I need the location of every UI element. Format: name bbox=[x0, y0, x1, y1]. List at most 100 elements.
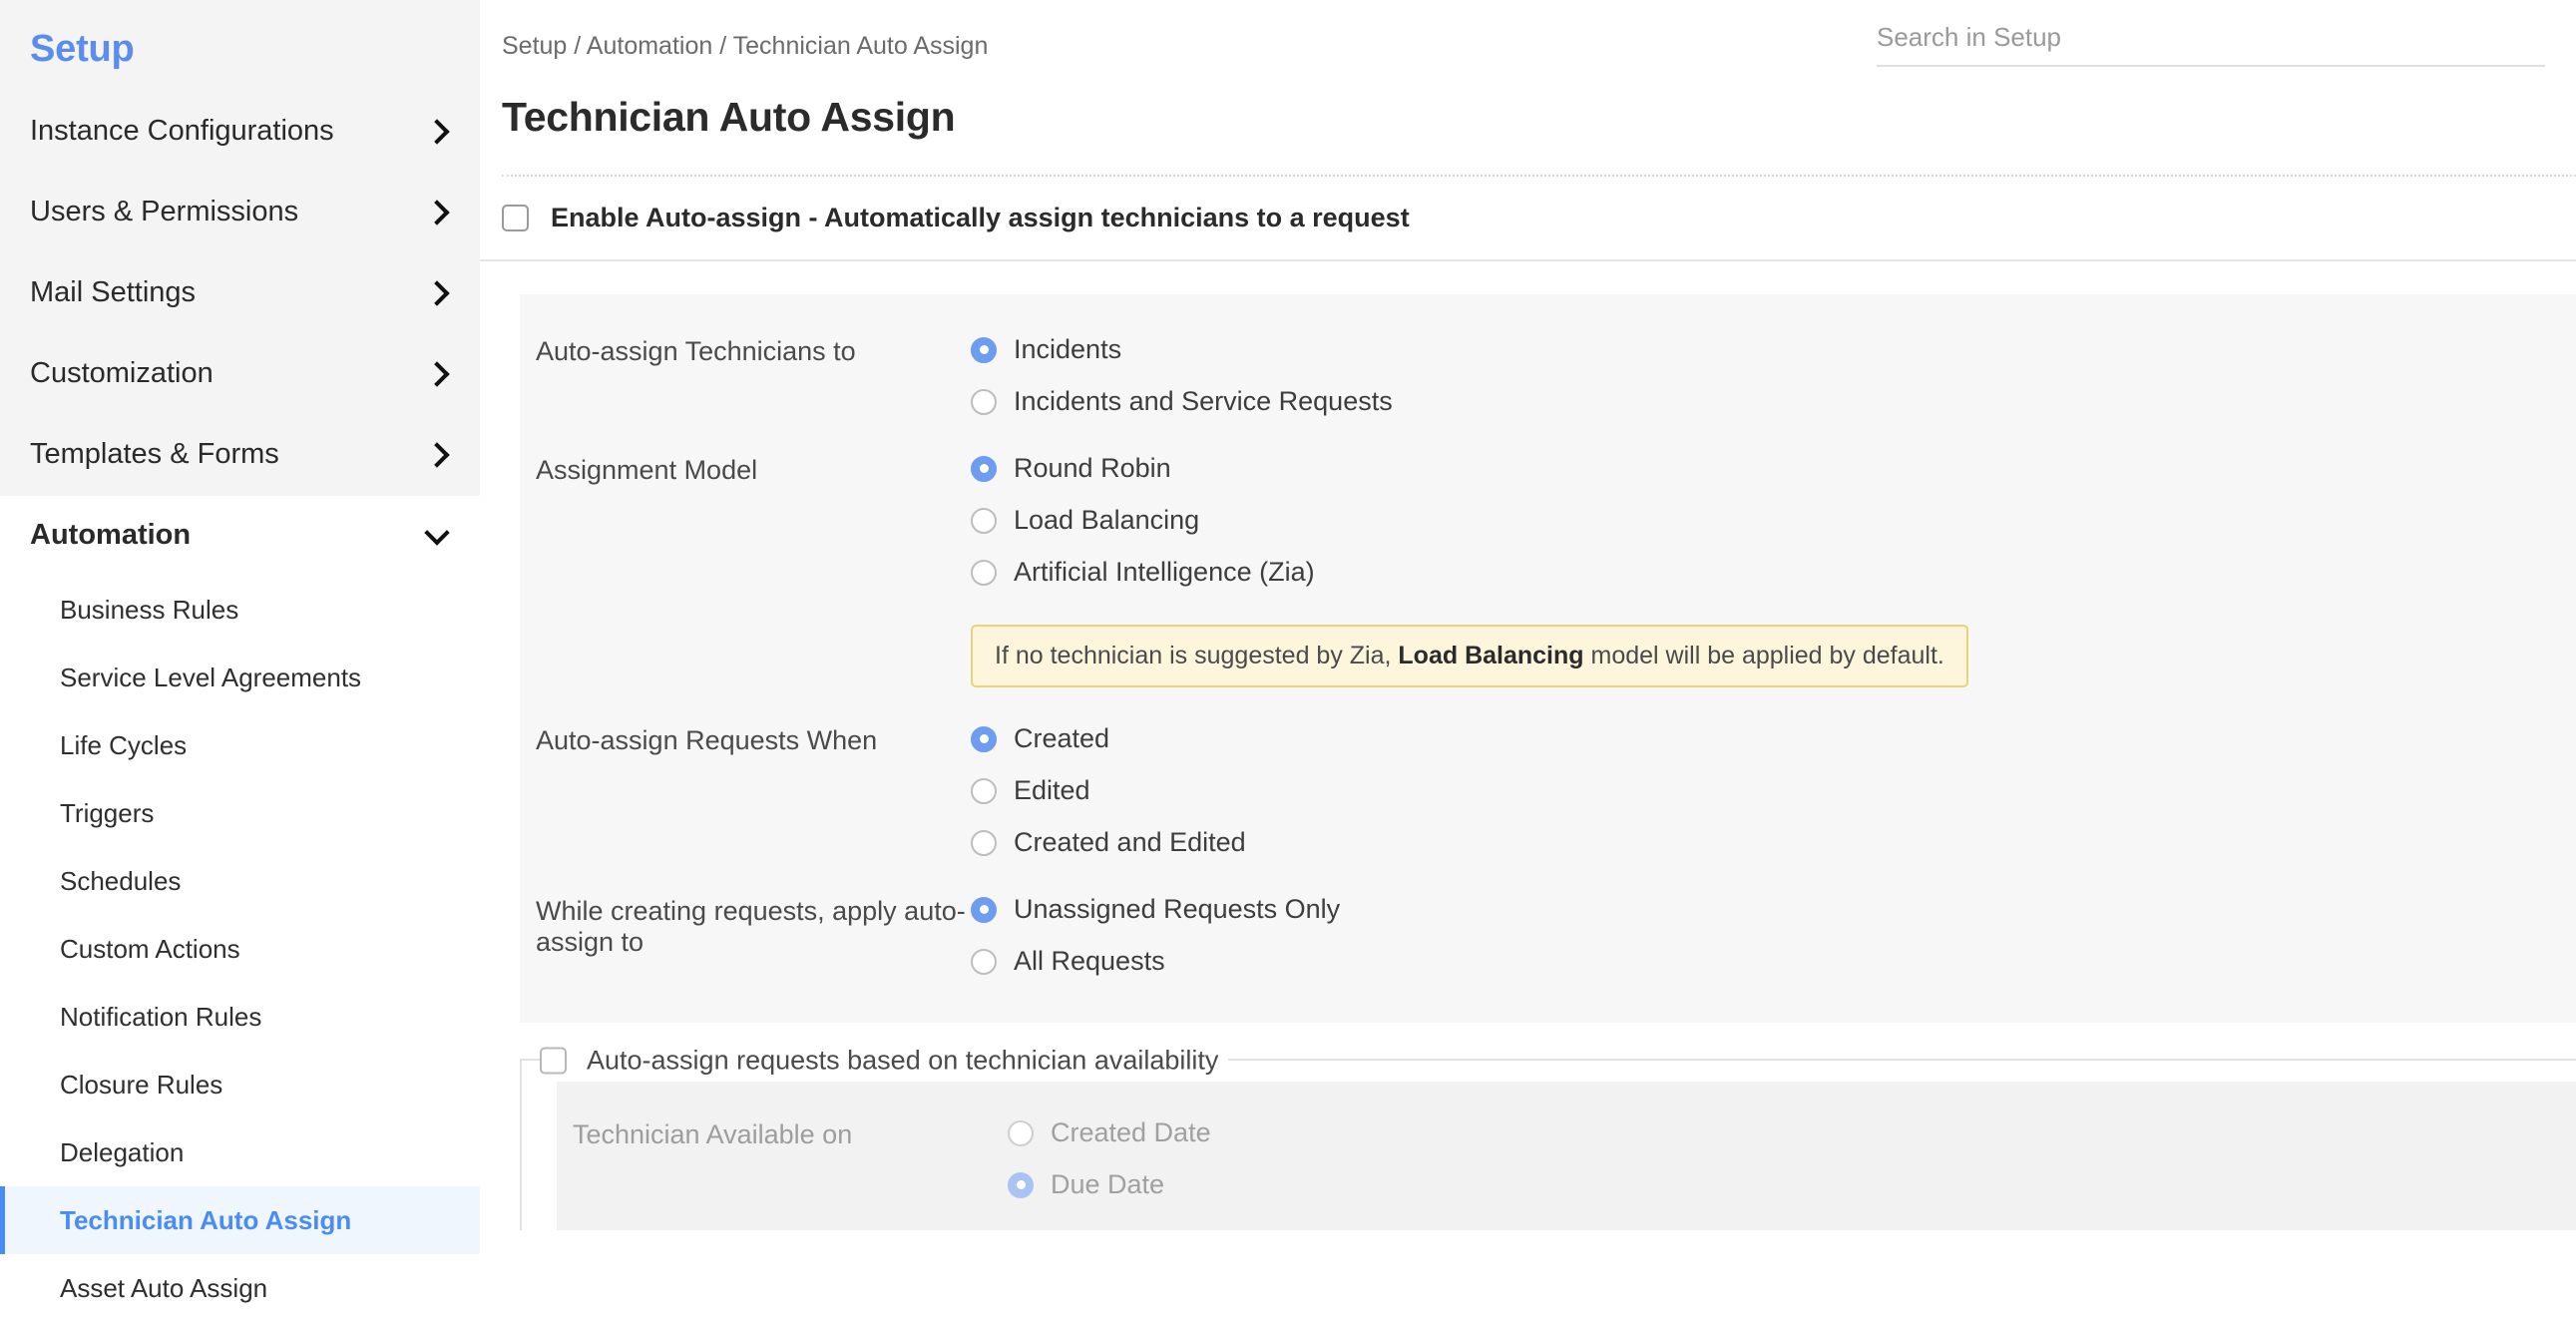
technician-availability-label: Auto-assign requests based on technician… bbox=[587, 1046, 1218, 1077]
field-auto-assign-requests-when: Auto-assign Requests When Created Edited… bbox=[520, 723, 2576, 858]
radio-indicator[interactable] bbox=[971, 560, 997, 586]
radio-indicator[interactable] bbox=[971, 389, 997, 415]
sidebar-item-label: Technician Auto Assign bbox=[60, 1205, 351, 1236]
radio-option-all-requests[interactable]: All Requests bbox=[971, 946, 2576, 977]
radio-label: Load Balancing bbox=[1014, 505, 1199, 536]
sidebar-item-asset-auto-assign[interactable]: Asset Auto Assign bbox=[0, 1254, 480, 1322]
field-label: Technician Available on bbox=[557, 1117, 1008, 1150]
radio-option-created-and-edited[interactable]: Created and Edited bbox=[971, 827, 2576, 858]
radio-indicator[interactable] bbox=[971, 456, 997, 482]
top-bar: Setup / Automation / Technician Auto Ass… bbox=[480, 0, 2576, 98]
sidebar-item-label: Notification Rules bbox=[60, 1002, 261, 1033]
search-field-wrapper bbox=[1877, 22, 2545, 67]
field-assignment-model: Assignment Model Round Robin Load Balanc… bbox=[520, 453, 2576, 687]
sidebar-item-customization[interactable]: Customization bbox=[0, 333, 480, 414]
sidebar-item-label: Custom Actions bbox=[60, 934, 240, 965]
sidebar-item-notification-rules[interactable]: Notification Rules bbox=[0, 983, 480, 1051]
enable-auto-assign-label: Enable Auto-assign - Automatically assig… bbox=[551, 203, 1410, 233]
radio-group: Unassigned Requests Only All Requests bbox=[971, 894, 2576, 977]
radio-indicator[interactable] bbox=[971, 949, 997, 975]
sidebar-item-business-rules[interactable]: Business Rules bbox=[0, 576, 480, 644]
radio-group: Incidents Incidents and Service Requests bbox=[971, 334, 2576, 417]
technician-availability-checkbox[interactable] bbox=[540, 1048, 567, 1075]
field-apply-auto-assign-to: While creating requests, apply auto-assi… bbox=[520, 894, 2576, 977]
zia-fallback-note: If no technician is suggested by Zia, Lo… bbox=[971, 625, 1968, 687]
radio-group: Created Edited Created and Edited bbox=[971, 723, 2576, 858]
sidebar-item-instance-configurations[interactable]: Instance Configurations bbox=[0, 91, 480, 172]
sidebar-item-life-cycles[interactable]: Life Cycles bbox=[0, 711, 480, 779]
sidebar: Setup Instance Configurations Users & Pe… bbox=[0, 0, 480, 1327]
radio-indicator[interactable] bbox=[971, 778, 997, 804]
sidebar-item-technician-auto-assign[interactable]: Technician Auto Assign bbox=[0, 1186, 480, 1254]
radio-option-round-robin[interactable]: Round Robin bbox=[971, 453, 2576, 484]
radio-option-incidents[interactable]: Incidents bbox=[971, 334, 2576, 365]
sidebar-item-label: Life Cycles bbox=[60, 730, 187, 761]
technician-availability-body: Technician Available on Created Date Due… bbox=[557, 1082, 2576, 1230]
sidebar-item-triggers[interactable]: Triggers bbox=[0, 779, 480, 847]
sidebar-item-mail-settings[interactable]: Mail Settings bbox=[0, 252, 480, 333]
sidebar-item-automation[interactable]: Automation bbox=[0, 495, 480, 576]
radio-indicator[interactable] bbox=[971, 897, 997, 923]
radio-indicator[interactable] bbox=[971, 726, 997, 752]
sidebar-item-label: Schedules bbox=[60, 866, 181, 897]
radio-label: All Requests bbox=[1014, 946, 1165, 977]
radio-option-edited[interactable]: Edited bbox=[971, 775, 2576, 806]
radio-indicator[interactable] bbox=[1008, 1120, 1034, 1146]
field-label: While creating requests, apply auto-assi… bbox=[520, 894, 971, 958]
radio-indicator[interactable] bbox=[971, 508, 997, 534]
page-title: Technician Auto Assign bbox=[480, 94, 2576, 141]
chevron-right-icon bbox=[424, 200, 449, 224]
radio-label: Due Date bbox=[1051, 1169, 1164, 1200]
radio-label: Created Date bbox=[1051, 1117, 1211, 1148]
search-input[interactable] bbox=[1877, 22, 2545, 53]
radio-option-artificial-intelligence-zia[interactable]: Artificial Intelligence (Zia) bbox=[971, 557, 2576, 588]
sidebar-item-label: Service Level Agreements bbox=[60, 663, 361, 693]
radio-option-incidents-and-service-requests[interactable]: Incidents and Service Requests bbox=[971, 386, 2576, 417]
breadcrumb: Setup / Automation / Technician Auto Ass… bbox=[502, 0, 988, 61]
sidebar-item-label: Customization bbox=[30, 357, 214, 390]
enable-auto-assign-row[interactable]: Enable Auto-assign - Automatically assig… bbox=[480, 177, 2576, 261]
radio-indicator[interactable] bbox=[971, 830, 997, 856]
radio-option-due-date[interactable]: Due Date bbox=[1008, 1169, 2576, 1200]
main-content: Setup / Automation / Technician Auto Ass… bbox=[480, 0, 2576, 1327]
sidebar-item-users-permissions[interactable]: Users & Permissions bbox=[0, 172, 480, 252]
enable-auto-assign-checkbox[interactable] bbox=[502, 205, 529, 231]
radio-indicator[interactable] bbox=[1008, 1172, 1034, 1198]
radio-indicator[interactable] bbox=[971, 337, 997, 363]
radio-label: Unassigned Requests Only bbox=[1014, 894, 1340, 925]
radio-option-unassigned-requests-only[interactable]: Unassigned Requests Only bbox=[971, 894, 2576, 925]
sidebar-item-label: Triggers bbox=[60, 798, 154, 829]
chevron-right-icon bbox=[424, 361, 449, 386]
sidebar-item-closure-rules[interactable]: Closure Rules bbox=[0, 1051, 480, 1118]
field-auto-assign-technicians-to: Auto-assign Technicians to Incidents Inc… bbox=[520, 334, 2576, 417]
sidebar-item-templates-forms[interactable]: Templates & Forms bbox=[0, 414, 480, 495]
sidebar-item-service-level-agreements[interactable]: Service Level Agreements bbox=[0, 644, 480, 711]
note-bold: Load Balancing bbox=[1398, 642, 1583, 669]
radio-option-created[interactable]: Created bbox=[971, 723, 2576, 754]
sidebar-item-delegation[interactable]: Delegation bbox=[0, 1118, 480, 1186]
sidebar-item-label: Users & Permissions bbox=[30, 196, 298, 228]
chevron-right-icon bbox=[424, 280, 449, 305]
sidebar-item-label: Templates & Forms bbox=[30, 438, 279, 471]
sidebar-item-custom-actions[interactable]: Custom Actions bbox=[0, 915, 480, 983]
sidebar-item-label: Asset Auto Assign bbox=[60, 1273, 267, 1304]
radio-label: Round Robin bbox=[1014, 453, 1171, 484]
radio-label: Incidents and Service Requests bbox=[1014, 386, 1393, 417]
sidebar-item-label: Delegation bbox=[60, 1137, 184, 1168]
sidebar-item-label: Business Rules bbox=[60, 595, 238, 626]
radio-group: Round Robin Load Balancing Artificial In… bbox=[971, 453, 2576, 687]
chevron-right-icon bbox=[424, 119, 449, 144]
field-label: Auto-assign Technicians to bbox=[520, 334, 971, 367]
radio-option-load-balancing[interactable]: Load Balancing bbox=[971, 505, 2576, 536]
field-label: Assignment Model bbox=[520, 453, 971, 486]
chevron-down-icon bbox=[424, 520, 449, 545]
app-root: Setup Instance Configurations Users & Pe… bbox=[0, 0, 2576, 1327]
radio-label: Edited bbox=[1014, 775, 1090, 806]
radio-option-created-date[interactable]: Created Date bbox=[1008, 1117, 2576, 1148]
sidebar-item-label: Closure Rules bbox=[60, 1070, 222, 1101]
technician-availability-legend[interactable]: Auto-assign requests based on technician… bbox=[540, 1046, 1228, 1077]
radio-group: Created Date Due Date bbox=[1008, 1117, 2576, 1200]
note-suffix: model will be applied by default. bbox=[1584, 642, 1944, 669]
sidebar-item-label: Instance Configurations bbox=[30, 115, 334, 148]
sidebar-item-schedules[interactable]: Schedules bbox=[0, 847, 480, 915]
